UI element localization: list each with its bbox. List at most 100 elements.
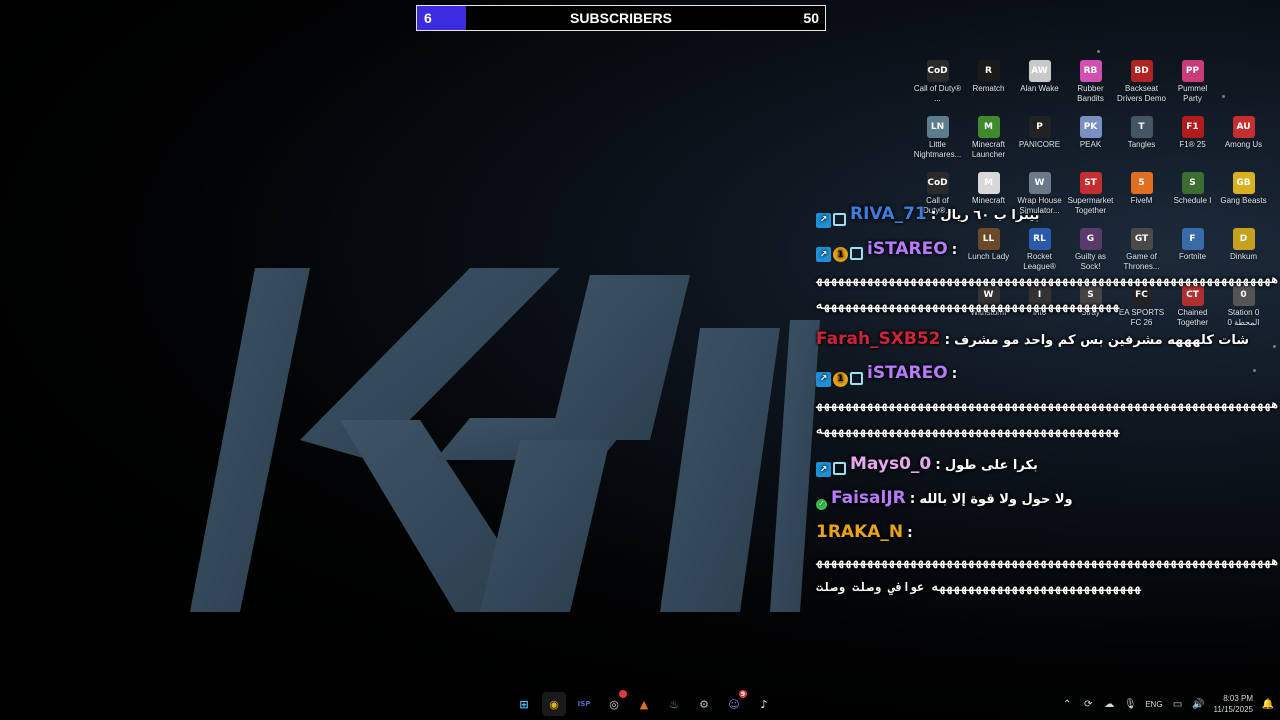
desktop-shortcut-label: Call of Duty® ... xyxy=(913,84,962,103)
chat-text: هههههههههههههههههههههههههههههههههههههههه… xyxy=(816,554,1279,594)
discord-app[interactable]: ☺ 9 xyxy=(722,690,747,716)
cloud-icon[interactable]: ☁ xyxy=(1103,698,1115,710)
alan-wake-icon: AW xyxy=(1028,60,1051,82)
settings-app[interactable]: ⚙ xyxy=(692,692,716,716)
desktop-shortcut[interactable]: R Rematch xyxy=(963,58,1014,114)
chat-badges: ↗ 1 xyxy=(816,247,863,262)
desktop-shortcut-label: Minecraft Launcher xyxy=(971,140,1006,159)
grid-badge-icon xyxy=(833,212,846,226)
isp-app[interactable]: ISP xyxy=(572,692,596,716)
clock[interactable]: 8:03 PM 11/15/2025 xyxy=(1214,693,1253,715)
minecraft-icon: M xyxy=(977,172,1000,194)
desktop-shortcut[interactable]: PP Pummel Party xyxy=(1167,58,1218,114)
subscriber-label: SUBSCRIBERS xyxy=(570,10,672,26)
desktop-shortcut[interactable]: PK PEAK xyxy=(1065,114,1116,170)
chrome-app[interactable]: ◉ xyxy=(542,692,566,716)
chevron-up-icon[interactable]: ⌃ xyxy=(1061,698,1073,710)
chat-message: ↗ 1 iSTAREO: هههههههههههههههههههههههههههههه… xyxy=(816,238,1280,319)
chat-separator: : xyxy=(930,207,937,223)
chat-username[interactable]: FaisalJR xyxy=(831,488,906,508)
desktop-shortcut-label: PANICORE xyxy=(1018,140,1061,149)
desktop-shortcut[interactable]: F1 F1® 25 xyxy=(1167,114,1218,170)
volume-icon[interactable]: 🔊 xyxy=(1192,698,1204,710)
subscriber-goal: 50 xyxy=(803,10,819,26)
tier-one-badge-icon: 1 xyxy=(833,371,848,387)
chat-overlay: ↗ RIVA_71: بيتزا ب ٦٠ ريال ↗ 1 iSTAREO: هههههه… xyxy=(816,203,1280,610)
chat-separator: : xyxy=(951,241,958,258)
clock-time: 8:03 PM xyxy=(1223,694,1253,703)
chat-badges: ↗ 1 xyxy=(816,371,863,387)
notification-badge xyxy=(619,690,627,698)
desktop-shortcut-label: Rubber Bandits xyxy=(1077,84,1104,103)
taskbar: ⊞ ◉ ISP ◎ ▲ ♨ ⚙ ☺ 9 ♪ ⌃ ⟳ ☁ 🎙 ENG ▭ 🔊 8:03 PM 11/… xyxy=(0,690,1280,720)
chat-username[interactable]: Mays0_0 xyxy=(850,454,931,474)
call-of-duty-icon: CoD xyxy=(926,60,949,82)
chat-message: ↗ Mays0_0: بكرا على طول xyxy=(816,453,1280,477)
language-indicator[interactable]: ENG xyxy=(1145,700,1162,709)
chat-separator: : xyxy=(909,491,916,507)
chat-badges: ✓ xyxy=(816,498,827,510)
network-icon[interactable]: ▭ xyxy=(1172,698,1184,710)
desktop-shortcut[interactable]: M Minecraft Launcher xyxy=(963,114,1014,170)
start-button[interactable]: ⊞ xyxy=(512,692,536,716)
desktop-shortcut-label: Pummel Party xyxy=(1177,84,1208,103)
chat-text: شات كلهههه مشرفين بس كم واحد مو مشرف xyxy=(954,333,1250,348)
call-of-duty-2-icon: CoD xyxy=(926,172,949,194)
panicore-icon: P xyxy=(1028,116,1051,138)
little-nightmares-icon: LN xyxy=(926,116,949,138)
desktop-shortcut-label: Backseat Drivers Demo xyxy=(1117,84,1166,103)
chat-username[interactable]: iSTAREO xyxy=(867,239,948,259)
chat-text: هههههههههههههههههههههههههههههههههههههههه… xyxy=(816,272,1279,312)
chat-text: بيتزا ب ٦٠ ريال xyxy=(940,208,1040,223)
chat-separator: : xyxy=(907,525,913,541)
f1-25-icon: F1 xyxy=(1181,116,1204,138)
notification-badge: 9 xyxy=(739,690,747,698)
chat-text: بكرا على طول xyxy=(944,457,1038,473)
wrap-house-icon: W xyxy=(1028,172,1051,194)
schedule-i-icon: S xyxy=(1181,172,1204,194)
microphone-icon[interactable]: 🎙 xyxy=(1124,698,1137,710)
chat-message: Farah_SXB52: شات كلهههه مشرفين بس كم واحد… xyxy=(816,328,1280,352)
desktop-shortcut[interactable]: RB Rubber Bandits xyxy=(1065,58,1116,114)
desktop-shortcut[interactable]: T Tangles xyxy=(1116,114,1167,170)
desktop-shortcut-label: F1® 25 xyxy=(1179,140,1206,149)
desktop-shortcut-label: Tangles xyxy=(1127,140,1156,149)
notification-bell-icon[interactable]: 🔔 xyxy=(1262,698,1274,710)
rematch-icon: R xyxy=(977,60,1000,82)
logo-letters xyxy=(190,268,820,612)
chat-username[interactable]: Farah_SXB52 xyxy=(816,329,941,349)
desktop-shortcut[interactable]: LN Little Nightmares... xyxy=(912,114,963,170)
chat-username[interactable]: RIVA_71 xyxy=(850,204,927,224)
backseat-drivers-icon: BD xyxy=(1130,60,1153,82)
desktop-shortcut[interactable]: CoD Call of Duty® ... xyxy=(912,58,963,114)
chat-badges: ↗ xyxy=(816,212,846,228)
desktop-shortcut[interactable]: P PANICORE xyxy=(1014,114,1065,170)
chat-username[interactable]: iSTAREO xyxy=(867,363,948,383)
desktop-shortcut-label: Among Us xyxy=(1224,140,1263,149)
tiktok-app[interactable]: ♪ xyxy=(752,692,776,716)
tier-one-badge-icon: 1 xyxy=(833,247,848,262)
chat-message: ✓ FaisalJR: ولا حول ولا قوة إلا بالله xyxy=(816,487,1280,511)
chat-separator: : xyxy=(944,332,951,348)
pummel-party-icon: PP xyxy=(1181,60,1204,82)
chat-badges: ↗ xyxy=(816,462,846,477)
desktop-shortcut[interactable]: AW Alan Wake xyxy=(1014,58,1065,114)
chat-text: هههههههههههههههههههههههههههههههههههههههه… xyxy=(816,396,1279,437)
desktop-shortcut-label: Alan Wake xyxy=(1020,84,1059,93)
rubber-bandits-icon: RB xyxy=(1079,60,1102,82)
chat-message: ↗ 1 iSTAREO: هههههههههههههههههههههههههههههه… xyxy=(816,362,1280,443)
verified-check-icon: ✓ xyxy=(816,498,827,510)
grid-badge-icon xyxy=(850,371,863,385)
desktop-shortcut[interactable]: BD Backseat Drivers Demo xyxy=(1116,58,1167,114)
chat-text: ولا حول ولا قوة إلا بالله xyxy=(919,492,1073,507)
steam-app[interactable]: ♨ xyxy=(662,692,686,716)
chat-username[interactable]: 1RAKA_N xyxy=(816,522,903,542)
gang-beasts-icon: GB xyxy=(1232,172,1255,194)
arrow-badge-icon: ↗ xyxy=(816,212,831,228)
obs-app[interactable]: ◎ xyxy=(602,690,627,716)
fivem-app[interactable]: ▲ xyxy=(632,692,656,716)
arrow-badge-icon: ↗ xyxy=(816,462,831,477)
desktop-shortcut-label: PEAK xyxy=(1079,140,1102,149)
desktop-shortcut[interactable]: AU Among Us xyxy=(1218,114,1269,170)
sync-icon[interactable]: ⟳ xyxy=(1082,698,1094,710)
